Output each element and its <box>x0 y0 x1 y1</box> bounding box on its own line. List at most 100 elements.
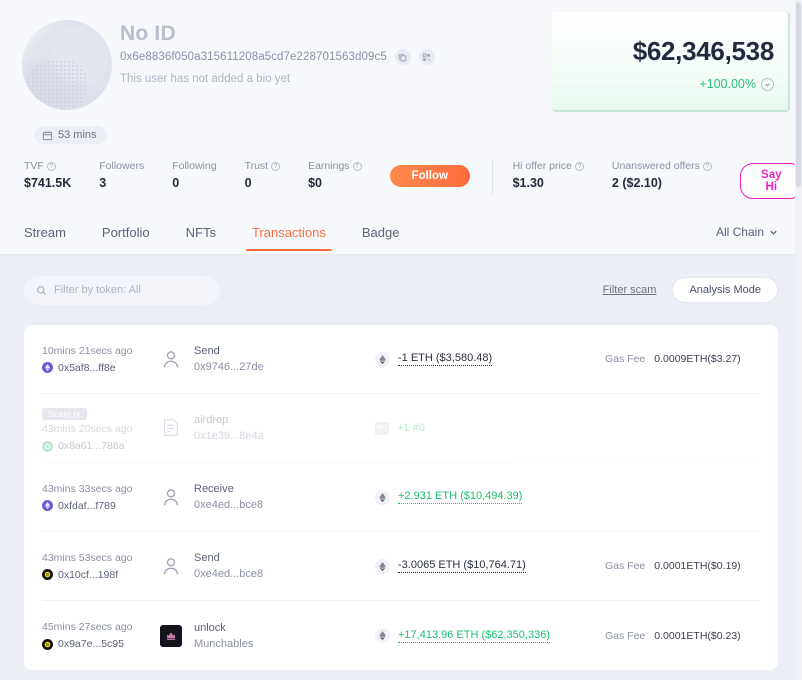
stat-hi-offer-price: Hi offer price? $1.30 <box>513 160 584 190</box>
scrollbar-thumb[interactable] <box>796 2 801 187</box>
row-amount-cell: -1 ETH ($3,580.48) <box>375 352 605 367</box>
tx-amount[interactable]: +1 #0 <box>397 422 425 435</box>
tx-timestamp: 43mins 53secs ago <box>42 552 160 564</box>
row-gas-cell: Gas Fee 0.0009ETH($3.27) <box>605 353 741 365</box>
tab-bar: Stream Portfolio NFTs Transactions Badge… <box>0 210 802 255</box>
ethereum-icon <box>375 490 390 505</box>
token-filter-box[interactable] <box>24 276 220 305</box>
stat-label: Trust <box>245 160 269 172</box>
stat-label: Following <box>172 160 216 172</box>
blast-chain-icon: B <box>42 639 53 650</box>
table-row[interactable]: 45mins 27secs ago B 0x9a7e...5c95 unlock <box>42 601 760 670</box>
nft-thumbnail[interactable] <box>160 625 182 647</box>
contract-icon <box>160 417 182 439</box>
table-row[interactable]: Scam tx 43mins 20secs ago 0x8a61...786a <box>42 394 760 463</box>
stat-followers: Followers 3 <box>99 160 144 190</box>
say-hi-button[interactable]: Say Hi <box>740 163 802 199</box>
help-icon[interactable]: ? <box>703 162 712 171</box>
row-amount-cell: +2.931 ETH ($10,494.39) <box>375 490 605 505</box>
person-icon <box>160 348 182 370</box>
help-icon[interactable]: ? <box>47 162 56 171</box>
tx-counterparty[interactable]: 0xe4ed...bce8 <box>194 499 263 511</box>
search-icon <box>36 285 47 296</box>
tx-chain-line: 0xfdaf...f789 <box>42 500 160 512</box>
scrollbar-track[interactable] <box>795 0 802 680</box>
tx-address[interactable]: 0x9a7e...5c95 <box>58 638 124 650</box>
qr-code-icon[interactable] <box>419 49 435 65</box>
tab-badge[interactable]: Badge <box>362 213 400 251</box>
portfolio-change: +100.00% <box>699 77 756 91</box>
help-icon[interactable]: ? <box>353 162 362 171</box>
tx-counterparty[interactable]: 0x9746...27de <box>194 361 264 373</box>
help-icon[interactable]: ? <box>271 162 280 171</box>
tx-address[interactable]: 0x8a61...786a <box>58 440 125 452</box>
stat-value: 0 <box>172 176 216 190</box>
tx-amount[interactable]: +17,413.96 ETH ($62,350,336) <box>398 629 550 643</box>
token-chain-icon <box>42 441 53 452</box>
address-row: 0x6e8836f050a315611208a5cd7e228701563d09… <box>120 49 435 65</box>
filter-scam-link[interactable]: Filter scam <box>603 284 657 296</box>
tx-address[interactable]: 0x10cf...198f <box>58 569 118 581</box>
search-input[interactable] <box>54 284 208 296</box>
stat-value: 3 <box>99 176 144 190</box>
row-type-cell: Receive 0xe4ed...bce8 <box>160 483 375 511</box>
tx-chain-line: 0x8a61...786a <box>42 440 160 452</box>
row-time-cell: 43mins 33secs ago 0xfdaf...f789 <box>42 483 160 512</box>
copy-icon[interactable] <box>395 49 411 65</box>
table-row[interactable]: 43mins 53secs ago B 0x10cf...198f Send <box>42 532 760 601</box>
row-amount-cell: -3.0065 ETH ($10,764.71) <box>375 559 605 574</box>
stat-label: Hi offer price <box>513 160 572 172</box>
chevron-down-circle-icon[interactable] <box>761 78 774 91</box>
tab-transactions[interactable]: Transactions <box>252 213 326 251</box>
analysis-mode-button[interactable]: Analysis Mode <box>672 277 778 303</box>
tx-address[interactable]: 0xfdaf...f789 <box>58 500 116 512</box>
row-gas-cell: Gas Fee 0.0001ETH($0.19) <box>605 560 741 572</box>
tx-timestamp: 45mins 27secs ago <box>42 621 160 633</box>
ethereum-icon <box>375 559 390 574</box>
tab-nfts[interactable]: NFTs <box>186 213 216 251</box>
page-title: No ID <box>120 22 176 46</box>
tx-counterparty[interactable]: 0xe4ed...bce8 <box>194 568 263 580</box>
row-time-cell: 10mins 21secs ago 0x5af8...ff8e <box>42 345 160 374</box>
stat-value: $741.5K <box>24 176 71 190</box>
stats-row: TVF? $741.5K Followers 3 Following 0 Tru… <box>24 160 802 199</box>
tab-stream[interactable]: Stream <box>24 213 66 251</box>
tx-amount[interactable]: -1 ETH ($3,580.48) <box>398 352 492 366</box>
tx-timestamp: 43mins 33secs ago <box>42 483 160 495</box>
table-row[interactable]: 10mins 21secs ago 0x5af8...ff8e Send <box>42 325 760 394</box>
last-active-badge: 53 mins <box>34 126 107 144</box>
row-amount-cell: +17,413.96 ETH ($62,350,336) <box>375 628 605 643</box>
ethereum-chain-icon <box>42 362 53 373</box>
tx-chain-line: B 0x10cf...198f <box>42 569 160 581</box>
nft-icon: NFT <box>375 422 389 435</box>
stat-value: $0 <box>308 176 361 190</box>
person-icon <box>160 555 182 577</box>
tx-action: Send <box>194 345 264 357</box>
tx-action: Send <box>194 552 263 564</box>
profile-page: No ID 0x6e8836f050a315611208a5cd7e228701… <box>0 0 802 680</box>
stat-label: Earnings <box>308 160 349 172</box>
wallet-address: 0x6e8836f050a315611208a5cd7e228701563d09… <box>120 51 387 63</box>
chain-filter-dropdown[interactable]: All Chain <box>716 225 778 239</box>
follow-button[interactable]: Follow <box>390 165 470 187</box>
tx-chain-line: 0x5af8...ff8e <box>42 362 160 374</box>
tx-address[interactable]: 0x5af8...ff8e <box>58 362 116 374</box>
tx-amount[interactable]: +2.931 ETH ($10,494.39) <box>398 490 522 504</box>
table-row[interactable]: 43mins 33secs ago 0xfdaf...f789 Receive <box>42 463 760 532</box>
calendar-icon <box>42 130 53 141</box>
gas-fee-value: 0.0009ETH($3.27) <box>654 353 740 365</box>
tx-action: Receive <box>194 483 263 495</box>
ethereum-icon <box>375 628 390 643</box>
help-icon[interactable]: ? <box>575 162 584 171</box>
tab-portfolio[interactable]: Portfolio <box>102 213 150 251</box>
row-type-cell: Send 0x9746...27de <box>160 345 375 373</box>
tx-action: unlock <box>194 622 253 634</box>
ethereum-chain-icon <box>42 500 53 511</box>
tx-counterparty[interactable]: Munchables <box>194 638 253 650</box>
last-active-text: 53 mins <box>58 129 97 141</box>
blast-chain-icon: B <box>42 569 53 580</box>
row-time-cell: 43mins 53secs ago B 0x10cf...198f <box>42 552 160 581</box>
tx-amount[interactable]: -3.0065 ETH ($10,764.71) <box>398 559 526 573</box>
tx-action: airdrop <box>194 414 264 426</box>
tx-counterparty[interactable]: 0x1e39...8e4a <box>194 430 264 442</box>
